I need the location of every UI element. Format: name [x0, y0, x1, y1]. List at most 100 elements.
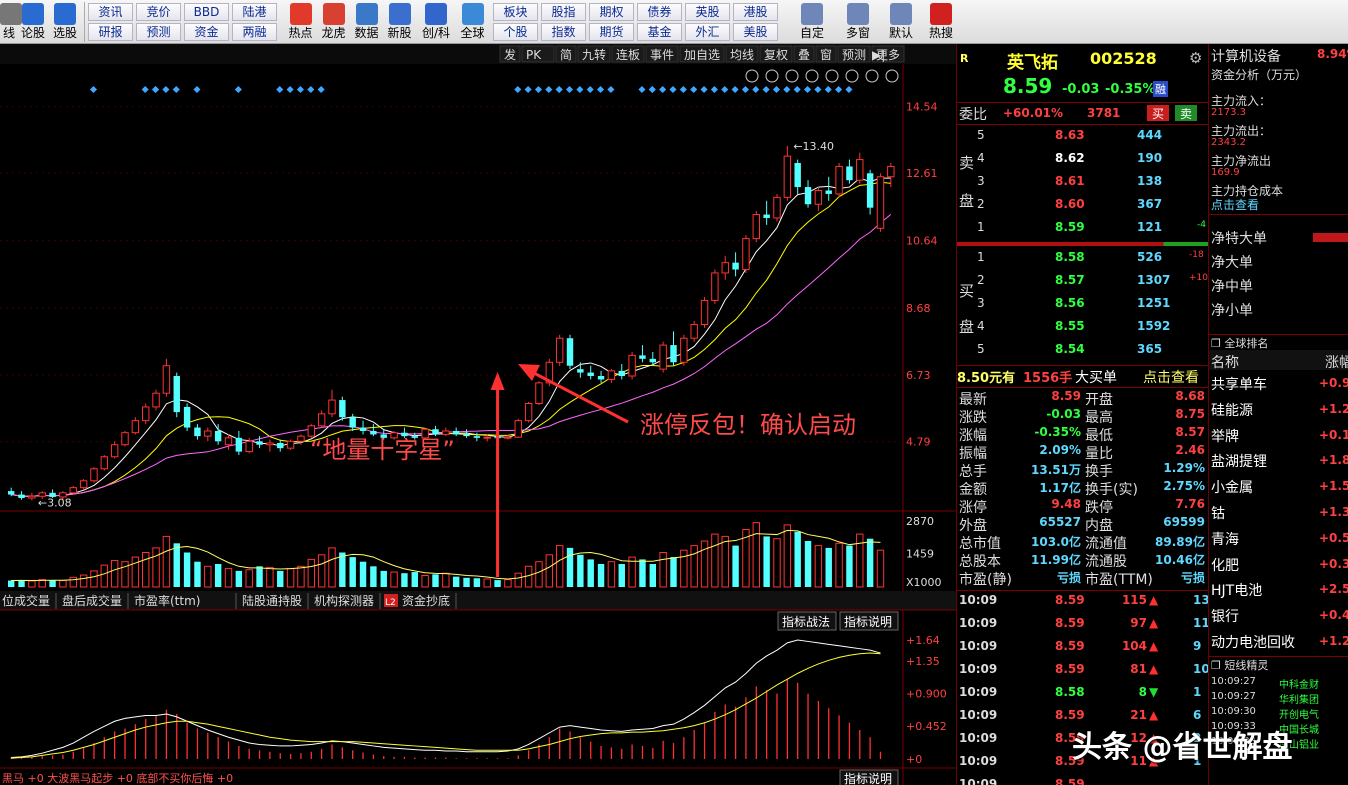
candlestick[interactable]: [618, 363, 625, 380]
rank-item[interactable]: 化肥: [1211, 555, 1239, 575]
candlestick[interactable]: [235, 430, 243, 456]
candlestick[interactable]: [339, 396, 346, 421]
rank-item[interactable]: 盐湖提锂: [1211, 451, 1267, 471]
indicator-tab[interactable]: 盘后成交量: [62, 593, 122, 608]
candlestick[interactable]: [173, 372, 180, 418]
candlestick[interactable]: [628, 351, 636, 380]
pe-data-tool[interactable]: 数据: [350, 2, 383, 42]
stock-picker-tool[interactable]: 选股: [48, 2, 82, 42]
chart-tab[interactable]: 窗: [815, 45, 837, 63]
candlestick[interactable]: [876, 173, 885, 232]
sell-button[interactable]: 买: [1147, 105, 1169, 121]
candlestick[interactable]: [690, 321, 698, 342]
candlestick[interactable]: [142, 403, 150, 425]
candlestick[interactable]: [700, 297, 709, 328]
toolbar-button[interactable]: 预测: [136, 23, 181, 41]
candlestick[interactable]: [162, 358, 171, 397]
candlestick[interactable]: [349, 413, 356, 431]
candlestick[interactable]: [773, 193, 781, 222]
indicator-tab[interactable]: 位成交量: [2, 593, 50, 608]
settings-gear-icon[interactable]: ⚙: [1189, 49, 1202, 67]
toolbar-button[interactable]: 资金: [184, 23, 229, 41]
candlestick[interactable]: [711, 269, 719, 304]
candlestick[interactable]: [587, 365, 594, 380]
rank-item[interactable]: 动力电池回收: [1211, 632, 1295, 652]
candlestick[interactable]: [224, 434, 233, 450]
candlestick[interactable]: [535, 381, 543, 406]
undo-icon[interactable]: [805, 69, 819, 83]
candlestick[interactable]: [110, 441, 119, 459]
candlestick[interactable]: [442, 427, 450, 437]
hand-icon[interactable]: [765, 69, 779, 83]
candlestick[interactable]: [639, 345, 646, 363]
toolbar-button[interactable]: 板块: [493, 3, 538, 21]
candlestick[interactable]: [555, 334, 564, 366]
candlestick[interactable]: [814, 187, 823, 212]
chart-tab[interactable]: 连板: [611, 45, 645, 63]
candlestick[interactable]: [100, 455, 109, 471]
zoom-in-icon[interactable]: [865, 69, 879, 83]
toolbar-button[interactable]: 研报: [88, 23, 133, 41]
toolbar-button[interactable]: 指数: [541, 23, 586, 41]
indicator-tab[interactable]: 机构探测器: [314, 593, 374, 608]
indicator-help-button[interactable]: 指标说明: [839, 611, 899, 631]
chart-collapse-icon[interactable]: ▶|: [872, 48, 885, 62]
chart-tab[interactable]: 简: [555, 45, 577, 63]
chart-tab[interactable]: 叠: [793, 45, 815, 63]
candlestick[interactable]: [607, 369, 616, 383]
toolbar-button[interactable]: 基金: [637, 23, 682, 41]
play-icon[interactable]: [785, 69, 799, 83]
candlestick[interactable]: [79, 479, 88, 490]
toolbar-button[interactable]: 竞价: [136, 3, 181, 21]
hot-search-tool[interactable]: 热搜: [921, 2, 961, 42]
candlestick[interactable]: [370, 424, 377, 437]
candlestick[interactable]: [18, 491, 25, 500]
candlestick[interactable]: [846, 159, 853, 184]
candlestick[interactable]: [866, 169, 874, 215]
custom-tool[interactable]: 自定: [789, 2, 835, 42]
candlestick[interactable]: [69, 485, 77, 495]
toolbar-button[interactable]: BBD: [184, 3, 229, 21]
candlestick[interactable]: [183, 403, 191, 431]
dragon-tiger-tool[interactable]: 龙虎: [317, 2, 350, 42]
toolbar-button[interactable]: 两融: [232, 23, 277, 41]
toolbar-button[interactable]: 资讯: [88, 3, 133, 21]
rank-item[interactable]: 举牌: [1211, 426, 1239, 446]
chart-tab[interactable]: 九转: [577, 45, 611, 63]
candlestick[interactable]: [597, 370, 605, 383]
candlestick[interactable]: [835, 163, 843, 198]
candlestick[interactable]: [121, 430, 129, 447]
chart-tab[interactable]: 事件: [645, 45, 679, 63]
candlestick[interactable]: [286, 439, 295, 450]
candlestick[interactable]: [194, 424, 201, 440]
indicator-tab[interactable]: 陆股通持股: [242, 593, 302, 608]
candlestick[interactable]: [670, 331, 677, 366]
toolbar-button[interactable]: 陆港: [232, 3, 277, 21]
rank-item[interactable]: 青海: [1211, 529, 1239, 549]
candlestick[interactable]: [794, 159, 801, 194]
chart-tab[interactable]: 发: [499, 45, 521, 63]
toolbar-button[interactable]: 外汇: [685, 23, 730, 41]
eye-icon[interactable]: [745, 69, 759, 83]
indicator-tab[interactable]: L2 资金抄底: [384, 593, 450, 608]
chart-tab[interactable]: PK: [521, 45, 555, 63]
candlestick[interactable]: [856, 152, 864, 184]
candlestick[interactable]: [752, 211, 760, 243]
candlestick[interactable]: [317, 410, 326, 428]
candlestick[interactable]: [825, 176, 832, 201]
toolbar-button[interactable]: 港股: [733, 3, 778, 21]
rank-item[interactable]: 银行: [1211, 606, 1239, 626]
candlestick[interactable]: [742, 235, 750, 273]
chart-tab[interactable]: 复权: [759, 45, 793, 63]
big-order-link[interactable]: 点击查看: [1143, 367, 1199, 387]
candlestick[interactable]: [152, 389, 160, 411]
toolbar-button[interactable]: 个股: [493, 23, 538, 41]
toolbar-button[interactable]: 期货: [589, 23, 634, 41]
toolbar-tool[interactable]: 线: [0, 2, 22, 42]
candlestick[interactable]: [266, 439, 274, 452]
candlestick[interactable]: [804, 180, 812, 208]
candlestick[interactable]: [131, 417, 140, 435]
chart-tab[interactable]: 加自选: [679, 45, 725, 63]
rank-item[interactable]: 硅能源: [1211, 400, 1253, 420]
hot-tool[interactable]: 热点: [284, 2, 317, 42]
